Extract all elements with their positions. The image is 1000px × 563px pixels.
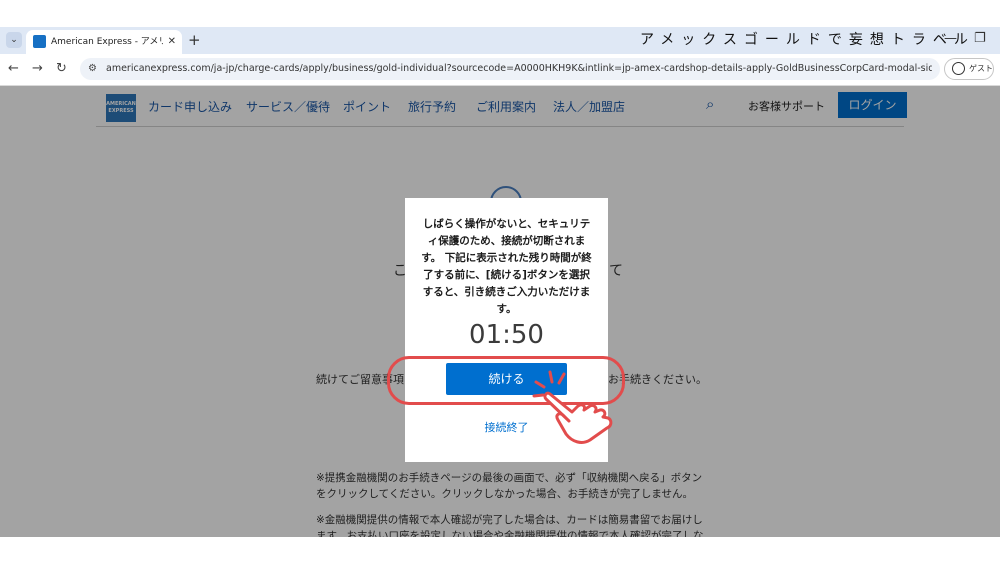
guest-profile-icon	[952, 62, 965, 75]
maximize-button[interactable]: ❐	[974, 30, 986, 48]
countdown-timer: 01:50	[469, 320, 544, 350]
guest-label: ゲスト	[969, 64, 993, 73]
url-field[interactable]: ⚙ americanexpress.com/ja-jp/charge-cards…	[80, 58, 940, 80]
back-button[interactable]: ←	[8, 60, 19, 78]
minimize-button[interactable]: —	[944, 30, 957, 48]
pointing-hand-icon	[532, 370, 613, 444]
tab-search-button[interactable]: ⌄	[6, 32, 22, 48]
profile-button[interactable]: ゲスト	[944, 58, 994, 80]
url-text[interactable]: americanexpress.com/ja-jp/charge-cards/a…	[106, 62, 932, 76]
forward-button[interactable]: →	[32, 60, 43, 78]
bottom-margin	[0, 537, 1000, 563]
window-title-overlay: アメックスゴールドで妄想トラベル	[640, 32, 975, 48]
browser-tab[interactable]: American Express - アメリカン･エ ✕	[26, 30, 182, 54]
timeout-message: しばらく操作がないと、セキュリティ保護のため、接続が切断されます。 下記に表示さ…	[421, 218, 592, 315]
new-tab-button[interactable]: +	[188, 31, 201, 49]
reload-button[interactable]: ↻	[56, 60, 67, 78]
site-settings-icon[interactable]: ⚙	[88, 62, 97, 76]
tab-title: American Express - アメリカン･エ	[51, 37, 163, 47]
tab-close-button[interactable]: ✕	[168, 35, 176, 49]
amex-favicon-icon	[33, 35, 46, 48]
top-margin	[0, 0, 1000, 27]
